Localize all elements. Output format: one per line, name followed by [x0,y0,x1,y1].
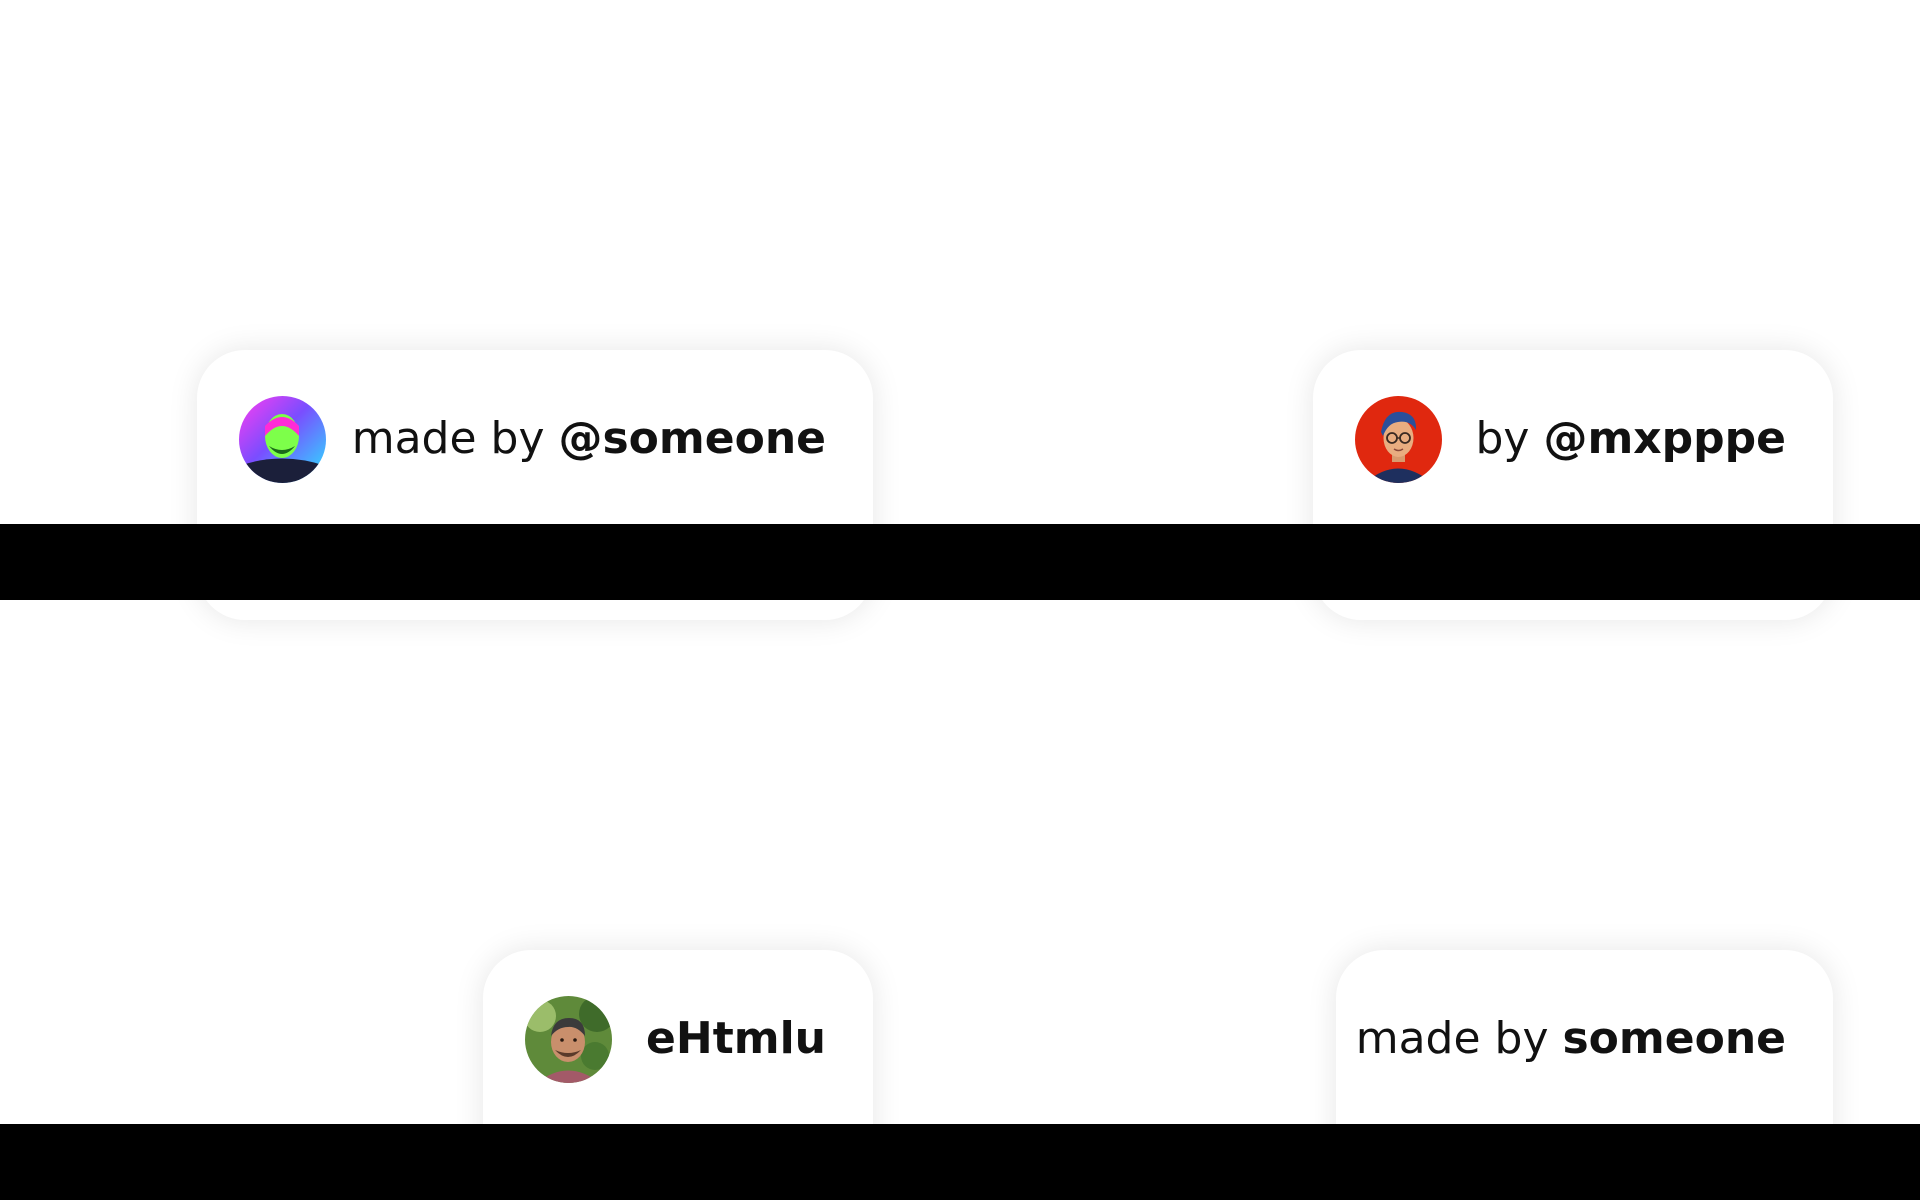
black-divider-bar [0,524,1920,600]
photo-portrait-avatar [525,995,612,1083]
credit-text: made by someone [1356,1017,1786,1061]
credit-text: eHtmlu [646,1017,826,1061]
credit-handle: @someone [558,413,826,464]
credit-prefix: made by [1355,1013,1563,1064]
illustrated-glasses-avatar [1355,395,1442,483]
black-bottom-bar [0,1124,1920,1200]
credit-handle: eHtmlu [646,1013,826,1064]
credit-prefix: by [1475,413,1544,464]
credit-badge-gallery: made by @someone by @mxpppe eHtmlu made … [0,0,1920,1200]
credit-text: by @mxpppe [1475,417,1786,461]
gradient-portrait-avatar [239,395,326,483]
credit-handle: @mxpppe [1543,413,1786,464]
credit-prefix: made by [351,413,559,464]
credit-handle: someone [1562,1013,1786,1064]
credit-text: made by @someone [352,417,826,461]
